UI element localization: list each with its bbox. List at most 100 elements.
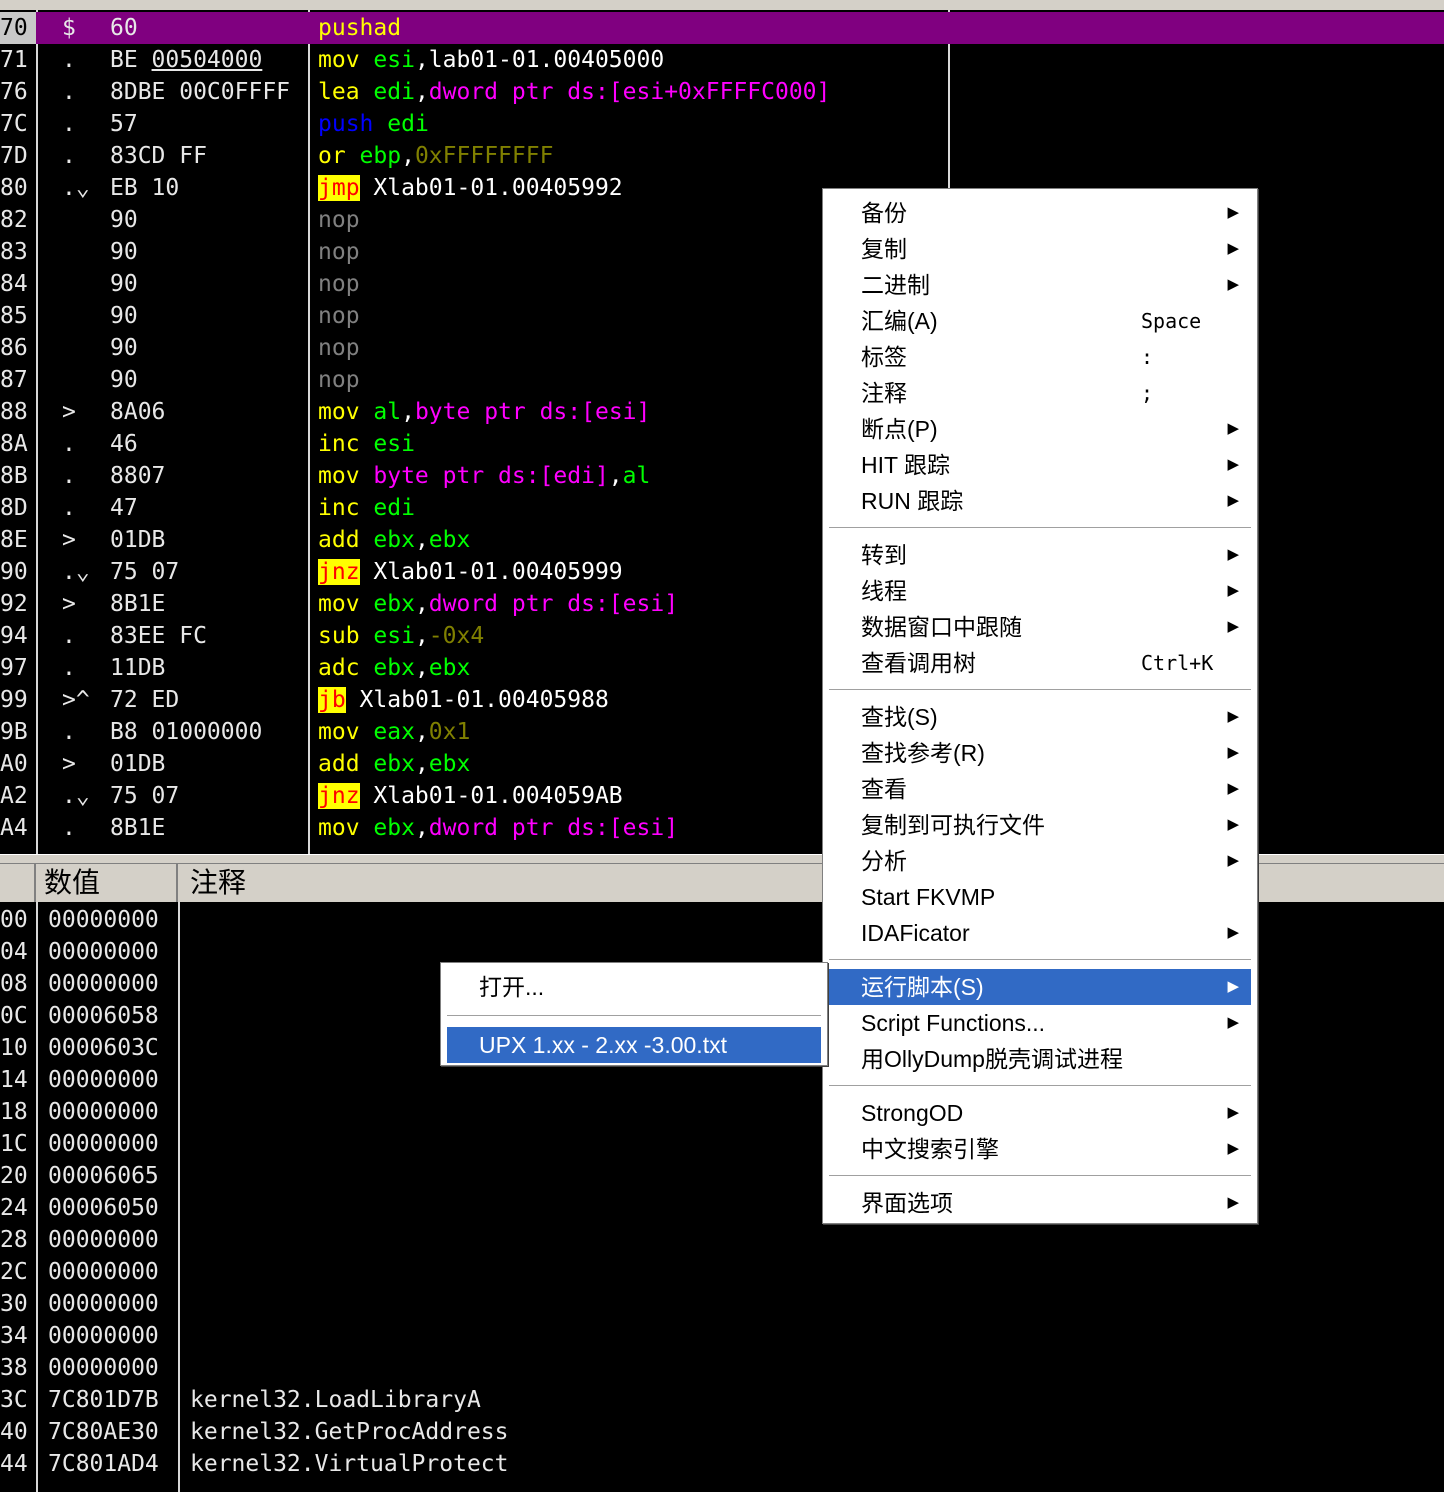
stack-value: 7C801AD4 xyxy=(48,1451,159,1477)
menu-item[interactable]: 查找参考(R) ▶ xyxy=(829,735,1251,771)
disasm-row[interactable]: 71. BE 00504000 mov esi,lab01-01.00405000 xyxy=(0,44,1444,76)
menu-item[interactable]: UPX 1.xx - 2.xx -3.00.txt xyxy=(447,1027,821,1063)
value-column-header[interactable]: 数值 xyxy=(36,864,178,902)
stack-value: 00000000 xyxy=(48,1291,159,1317)
menu-item[interactable]: 打开... xyxy=(447,969,821,1005)
menu-item[interactable]: 备份 ▶ xyxy=(829,195,1251,231)
opcode-bytes: 83EE FC xyxy=(110,623,207,649)
submenu-arrow-icon: ▶ xyxy=(1227,492,1239,509)
menu-item[interactable]: 运行脚本(S) ▶ xyxy=(829,969,1251,1005)
instruction: mov al,byte ptr ds:[esi] xyxy=(318,396,650,428)
menu-item[interactable]: 汇编(A) Space xyxy=(829,303,1251,339)
stack-row[interactable]: 40 7C80AE30 kernel32.GetProcAddress xyxy=(0,1416,1444,1448)
menu-item[interactable]: 数据窗口中跟随 ▶ xyxy=(829,609,1251,645)
disasm-address: 86 xyxy=(0,335,28,361)
instruction-token: ebp xyxy=(359,143,402,169)
instruction-token: adc xyxy=(318,655,374,681)
disasm-row[interactable]: 7D. 83CD FF or ebp,0xFFFFFFFF xyxy=(0,140,1444,172)
instruction-token: esi xyxy=(373,47,415,73)
opcode-bytes: 90 xyxy=(110,367,138,393)
instruction-token: ebx xyxy=(373,751,415,777)
instruction-token: nop xyxy=(318,271,360,297)
opcode-bytes: 57 xyxy=(110,111,138,137)
opcode-bytes: 90 xyxy=(110,207,138,233)
stack-address: 1C xyxy=(0,1131,28,1157)
jump-marker: > xyxy=(62,527,76,553)
stack-row[interactable]: 30 00000000 xyxy=(0,1288,1444,1320)
instruction: sub esi,-0x4 xyxy=(318,620,484,652)
menu-item[interactable]: StrongOD ▶ xyxy=(829,1095,1251,1131)
instruction: nop xyxy=(318,268,360,300)
menu-item[interactable]: 中文搜索引擎 ▶ xyxy=(829,1131,1251,1167)
stack-row[interactable]: 3C 7C801D7B kernel32.LoadLibraryA xyxy=(0,1384,1444,1416)
stack-row[interactable]: 38 00000000 xyxy=(0,1352,1444,1384)
submenu-arrow-icon: ▶ xyxy=(1227,276,1239,293)
disasm-address: A4 xyxy=(0,815,28,841)
menu-item-label: StrongOD xyxy=(861,1100,964,1126)
disasm-row[interactable]: 7C. 57 push edi xyxy=(0,108,1444,140)
instruction-token: ebx xyxy=(373,591,415,617)
submenu-arrow-icon: ▶ xyxy=(1227,240,1239,257)
menu-separator xyxy=(829,1175,1251,1177)
menu-item-label: 数据窗口中跟随 xyxy=(861,614,1022,640)
menu-item[interactable]: 线程 ▶ xyxy=(829,573,1251,609)
stack-row[interactable]: 34 00000000 xyxy=(0,1320,1444,1352)
instruction-token: edi xyxy=(373,79,415,105)
opcode-bytes: 75 07 xyxy=(110,559,180,585)
menu-item[interactable]: HIT 跟踪 ▶ xyxy=(829,447,1251,483)
jump-marker: . xyxy=(62,463,76,489)
menu-item[interactable]: 查看 ▶ xyxy=(829,771,1251,807)
jump-marker: $ xyxy=(62,15,76,41)
menu-item[interactable]: 标签: xyxy=(829,339,1251,375)
disasm-row[interactable]: 70 $60 pushad xyxy=(0,12,1444,44)
instruction-token: mov xyxy=(318,463,374,489)
menu-item[interactable]: 用OllyDump脱壳调试进程 xyxy=(829,1041,1251,1077)
menu-item[interactable]: 转到 ▶ xyxy=(829,537,1251,573)
menu-item[interactable]: IDAFicator ▶ xyxy=(829,915,1251,951)
instruction-token: 0xFFFFFFFF xyxy=(414,143,554,169)
menu-separator xyxy=(829,959,1251,961)
menu-item[interactable]: RUN 跟踪 ▶ xyxy=(829,483,1251,519)
disasm-address: 9B xyxy=(0,719,28,745)
opcode-bytes: 8B1E xyxy=(110,815,166,841)
menu-item-label: HIT 跟踪 xyxy=(861,452,951,478)
stack-row[interactable]: 28 00000000 xyxy=(0,1224,1444,1256)
instruction-token: , xyxy=(414,815,429,841)
menu-item[interactable]: Script Functions... ▶ xyxy=(829,1005,1251,1041)
menu-item[interactable]: 二进制 ▶ xyxy=(829,267,1251,303)
stack-address: 14 xyxy=(0,1067,28,1093)
opcode-bytes: 60 xyxy=(110,15,138,41)
submenu-arrow-icon: ▶ xyxy=(1227,1104,1239,1121)
menu-item[interactable]: 分析 ▶ xyxy=(829,843,1251,879)
opcode-bytes: 01DB xyxy=(110,751,166,777)
address-column-header[interactable] xyxy=(0,864,36,902)
instruction-token: , xyxy=(401,399,415,425)
instruction: inc esi xyxy=(318,428,415,460)
menu-item[interactable]: 界面选项 ▶ xyxy=(829,1185,1251,1221)
disasm-row[interactable]: 76. 8DBE 00C0FFFF lea edi,dword ptr ds:[es… xyxy=(0,76,1444,108)
comment-column-header[interactable]: 注释 xyxy=(180,864,246,902)
submenu-arrow-icon: ▶ xyxy=(1227,744,1239,761)
menu-item-label: 打开... xyxy=(479,974,545,1000)
menu-item[interactable]: 注释; xyxy=(829,375,1251,411)
menu-item[interactable]: 复制 ▶ xyxy=(829,231,1251,267)
instruction-token: add xyxy=(318,527,374,553)
menu-item[interactable]: 断点(P) ▶ xyxy=(829,411,1251,447)
instruction-token: , xyxy=(608,463,623,489)
menu-item[interactable]: 复制到可执行文件 ▶ xyxy=(829,807,1251,843)
instruction-token: ebx xyxy=(373,815,415,841)
instruction-token: Xlab01-01.004059AB xyxy=(359,783,623,809)
stack-value: 00000000 xyxy=(48,1355,159,1381)
submenu-arrow-icon: ▶ xyxy=(1227,1014,1239,1031)
stack-address: 44 xyxy=(0,1451,28,1477)
stack-row[interactable]: 2C 00000000 xyxy=(0,1256,1444,1288)
stack-row[interactable]: 44 7C801AD4 kernel32.VirtualProtect xyxy=(0,1448,1444,1480)
disasm-address: 84 xyxy=(0,271,28,297)
menu-item-label: 断点(P) xyxy=(861,416,938,442)
opcode-bytes: 83CD FF xyxy=(110,143,207,169)
menu-item[interactable]: Start FKVMP xyxy=(829,879,1251,915)
disasm-address: 70 xyxy=(0,12,36,44)
menu-item[interactable]: 查看调用树 Ctrl+K xyxy=(829,645,1251,681)
instruction-token: nop xyxy=(318,367,360,393)
menu-item[interactable]: 查找(S) ▶ xyxy=(829,699,1251,735)
